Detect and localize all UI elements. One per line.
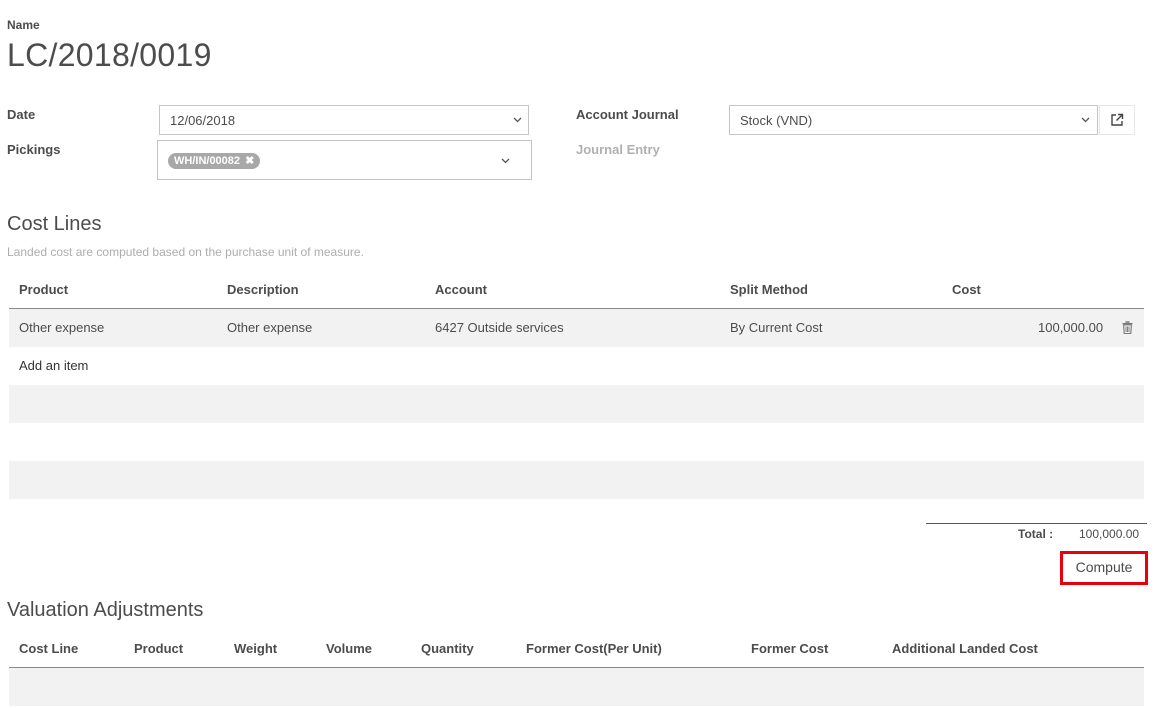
date-field[interactable]: 12/06/2018 (159, 105, 529, 135)
empty-row (9, 668, 1144, 706)
column-header-volume[interactable]: Volume (326, 641, 372, 656)
column-header-product[interactable]: Product (134, 641, 183, 656)
total-divider (926, 523, 1147, 524)
column-header-account[interactable]: Account (435, 282, 487, 297)
row-description: Other expense (227, 320, 313, 335)
compute-button[interactable]: Compute (1060, 551, 1148, 585)
pickings-field[interactable]: WH/IN/00082 ✖ (157, 140, 532, 180)
pickings-label: Pickings (7, 142, 61, 157)
column-header-additional-landed-cost[interactable]: Additional Landed Cost (892, 641, 1038, 656)
account-journal-value: Stock (VND) (740, 113, 813, 128)
remove-tag-icon[interactable]: ✖ (245, 155, 254, 167)
account-journal-field[interactable]: Stock (VND) (729, 105, 1098, 135)
empty-row (9, 461, 1144, 499)
chevron-down-icon (513, 117, 522, 123)
add-item-link[interactable]: Add an item (19, 358, 88, 373)
trash-icon[interactable] (1122, 321, 1133, 337)
account-journal-label: Account Journal (576, 107, 679, 122)
picking-tag-label: WH/IN/00082 (174, 155, 241, 167)
date-label: Date (7, 107, 36, 122)
column-header-former-cost[interactable]: Former Cost (751, 641, 828, 656)
column-header-former-cost-per-unit[interactable]: Former Cost(Per Unit) (526, 641, 662, 656)
cost-lines-help: Landed cost are computed based on the pu… (7, 245, 364, 259)
journal-entry-label: Journal Entry (576, 142, 660, 157)
row-cost: 100,000.00 (1038, 320, 1104, 335)
total-label: Total : (1018, 527, 1054, 541)
external-link-button[interactable] (1099, 105, 1135, 135)
date-value: 12/06/2018 (170, 113, 236, 128)
column-header-quantity[interactable]: Quantity (421, 641, 474, 656)
column-header-cost-line[interactable]: Cost Line (19, 641, 78, 656)
record-name[interactable]: LC/2018/0019 (7, 37, 212, 74)
table-row[interactable]: Other expense Other expense 6427 Outside… (9, 309, 1144, 347)
total-value: 100,000.00 (1079, 527, 1140, 541)
valuation-adjustments-title: Valuation Adjustments (7, 599, 204, 621)
picking-tag[interactable]: WH/IN/00082 ✖ (168, 153, 261, 169)
chevron-down-icon (1081, 117, 1090, 123)
row-account: 6427 Outside services (435, 320, 564, 335)
column-header-weight[interactable]: Weight (234, 641, 277, 656)
row-split-method: By Current Cost (730, 320, 823, 335)
name-label: Name (7, 18, 40, 32)
row-product: Other expense (19, 320, 105, 335)
column-header-description[interactable]: Description (227, 282, 299, 297)
external-link-icon (1110, 113, 1124, 130)
column-header-product[interactable]: Product (19, 282, 68, 297)
cost-lines-title: Cost Lines (7, 213, 102, 235)
chevron-down-icon (501, 158, 510, 164)
column-header-split-method[interactable]: Split Method (730, 282, 808, 297)
empty-row (9, 385, 1144, 423)
column-header-cost[interactable]: Cost (952, 282, 981, 297)
